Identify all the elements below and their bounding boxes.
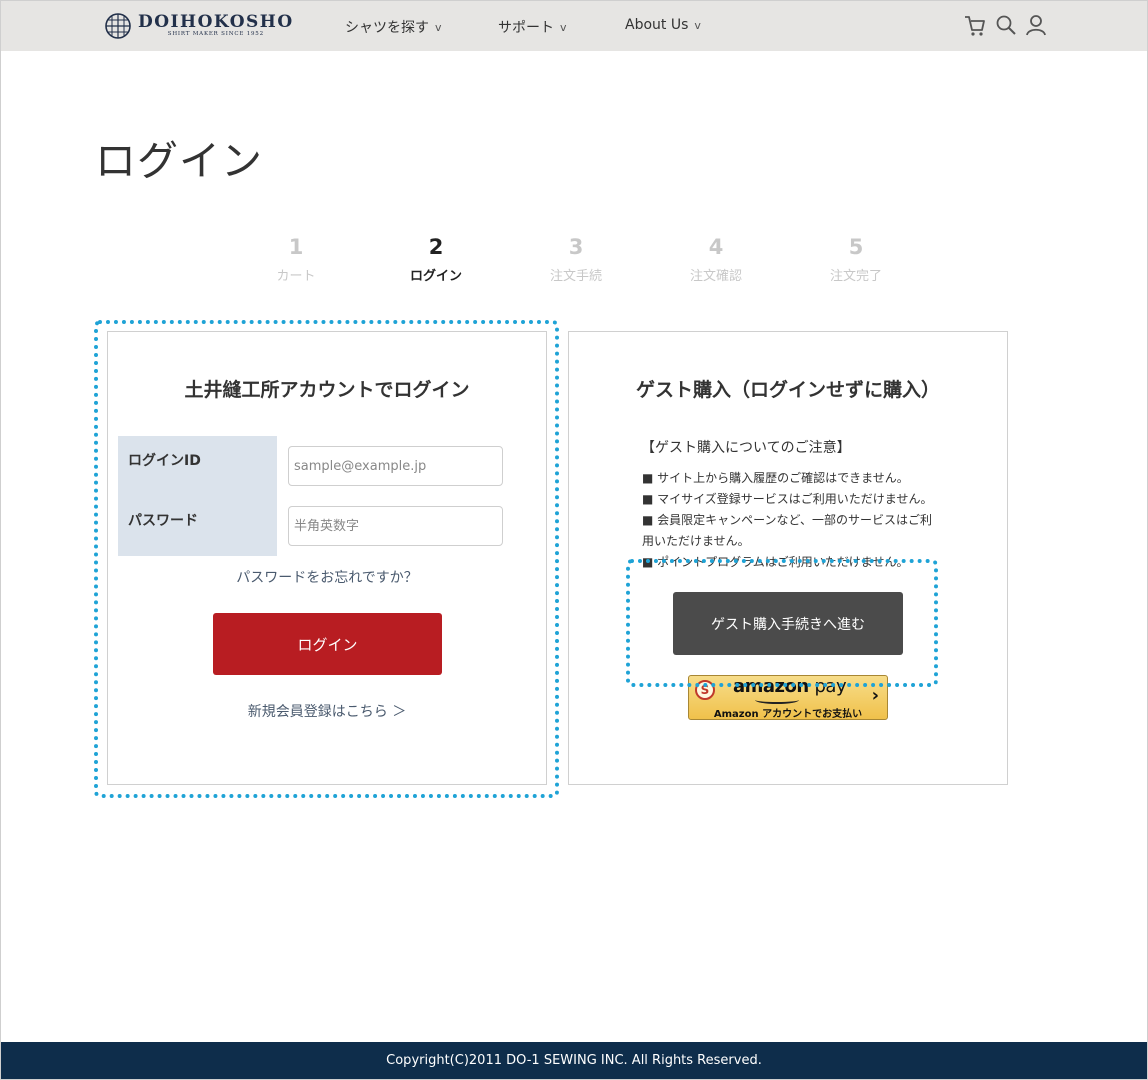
amazon-badge-icon: S [695, 680, 715, 700]
step-label: 注文確認 [689, 269, 742, 284]
step-order-complete: 5 注文完了 [806, 235, 906, 284]
step-order-confirm: 4 注文確認 [666, 235, 766, 284]
login-id-input[interactable] [288, 446, 503, 486]
logo-text: DOIHOKOSHO SHIRT MAKER SINCE 1952 [138, 14, 294, 38]
step-label: 注文手続 [549, 269, 602, 284]
step-number: 3 [568, 235, 584, 259]
step-number: 5 [848, 235, 864, 259]
nav-label: シャツを探す [345, 20, 429, 36]
step-number: 4 [708, 235, 724, 259]
list-item: ポイントプログラムはご利用いただけません。 [642, 552, 942, 573]
nav-label: About Us [625, 17, 689, 33]
amazon-pay-caption: Amazon アカウントでお支払い [713, 709, 863, 720]
step-number: 1 [288, 235, 304, 259]
amazon-word: amazon [733, 676, 809, 697]
list-item: マイサイズ登録サービスはご利用いただけません。 [642, 489, 942, 510]
logo-tagline: SHIRT MAKER SINCE 1952 [167, 31, 264, 38]
register-link[interactable]: 新規会員登録はこちら ＞ [108, 701, 546, 721]
login-button[interactable]: ログイン [213, 613, 442, 675]
amazon-pay-button[interactable]: S amazon pay Amazon アカウントでお支払い › [688, 675, 888, 720]
site-footer: Copyright(C)2011 DO-1 SEWING INC. All Ri… [1, 1042, 1147, 1079]
nav-about-us[interactable]: About Us v [625, 17, 701, 33]
step-order-procedure: 3 注文手続 [526, 235, 626, 284]
step-number: 2 [428, 235, 444, 259]
nav-support[interactable]: サポート v [498, 17, 567, 37]
list-item: 会員限定キャンペーンなど、一部のサービスはご利用いただけません。 [642, 510, 942, 552]
chevron-down-icon: v [435, 20, 442, 34]
pay-word: pay [814, 676, 847, 697]
login-panel-title: 土井縫工所アカウントでログイン [184, 379, 470, 401]
step-label: 注文完了 [829, 269, 882, 284]
site-logo[interactable]: DOIHOKOSHO SHIRT MAKER SINCE 1952 [104, 11, 294, 41]
guest-purchase-panel: ゲスト購入（ログインせずに購入） 【ゲスト購入についてのご注意】 サイト上から購… [568, 331, 1008, 785]
form-label-column: ログインID パスワード [118, 436, 277, 556]
step-label: ログイン [409, 269, 462, 284]
site-header: DOIHOKOSHO SHIRT MAKER SINCE 1952 シャツを探す… [1, 1, 1147, 51]
guest-notice-list: サイト上から購入履歴のご確認はできません。 マイサイズ登録サービスはご利用いただ… [642, 468, 942, 573]
password-input[interactable] [288, 506, 503, 546]
guest-checkout-button[interactable]: ゲスト購入手続きへ進む [673, 592, 903, 655]
user-icon[interactable] [1024, 13, 1048, 37]
chevron-right-icon: › [871, 685, 879, 706]
logo-name: DOIHOKOSHO [138, 12, 294, 33]
guest-notice-title: 【ゲスト購入についてのご注意】 [641, 440, 851, 456]
globe-icon [105, 13, 131, 39]
list-item: サイト上から購入履歴のご確認はできません。 [642, 468, 942, 489]
step-label: カート [276, 269, 316, 284]
chevron-down-icon: v [560, 20, 567, 34]
nav-label: サポート [498, 20, 554, 36]
account-login-panel: 土井縫工所アカウントでログイン ログインID パスワード パスワードをお忘れです… [107, 331, 547, 785]
page-title: ログイン [95, 137, 263, 185]
nav-find-shirts[interactable]: シャツを探す v [345, 17, 442, 37]
amazon-pay-wordmark: amazon pay [733, 676, 847, 697]
search-icon[interactable] [994, 13, 1018, 37]
amazon-smile-icon [755, 696, 799, 704]
guest-panel-title: ゲスト購入（ログインせずに購入） [635, 379, 940, 401]
login-id-label: ログインID [128, 453, 201, 469]
cart-icon[interactable] [963, 13, 987, 37]
forgot-password-link[interactable]: パスワードをお忘れですか？ [108, 567, 546, 587]
copyright-text: Copyright(C)2011 DO-1 SEWING INC. All Ri… [386, 1053, 762, 1068]
step-cart: 1 カート [246, 235, 346, 284]
password-label: パスワード [128, 513, 198, 529]
chevron-down-icon: v [694, 18, 701, 32]
step-login: 2 ログイン [386, 235, 486, 284]
